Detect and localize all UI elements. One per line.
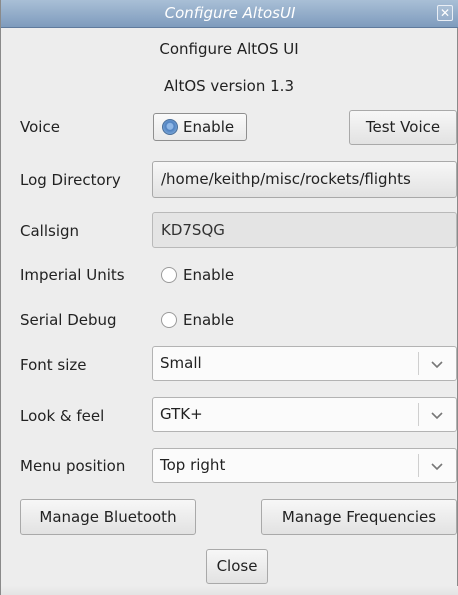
serial-debug-radio[interactable] xyxy=(161,312,177,328)
manage-bluetooth-button[interactable]: Manage Bluetooth xyxy=(20,499,196,535)
look-feel-value: GTK+ xyxy=(160,405,203,423)
window-title: Configure AltosUI xyxy=(164,4,296,22)
font-size-label: Font size xyxy=(20,356,87,374)
serial-debug-enable-label: Enable xyxy=(183,311,235,329)
serial-debug-label: Serial Debug xyxy=(20,311,117,329)
log-directory-label: Log Directory xyxy=(20,171,121,189)
menu-position-label: Menu position xyxy=(20,457,126,475)
close-icon[interactable]: ✕ xyxy=(437,5,453,21)
chevron-down-icon[interactable] xyxy=(429,407,445,423)
callsign-field[interactable]: KD7SQG xyxy=(152,212,457,248)
look-feel-select[interactable]: GTK+ xyxy=(152,397,457,432)
menu-position-select[interactable]: Top right xyxy=(152,448,457,483)
look-feel-label: Look & feel xyxy=(20,407,105,425)
voice-enable-toggle[interactable]: Enable xyxy=(153,113,247,141)
imperial-units-label: Imperial Units xyxy=(20,266,125,284)
close-button[interactable]: Close xyxy=(206,549,268,584)
divider xyxy=(418,352,419,375)
chevron-down-icon[interactable] xyxy=(429,458,445,474)
log-directory-button[interactable]: /home/keithp/misc/rockets/flights xyxy=(152,161,457,198)
dialog-heading: Configure AltOS UI xyxy=(159,40,299,58)
voice-enable-label: Enable xyxy=(183,118,235,136)
menu-position-value: Top right xyxy=(160,456,226,474)
divider xyxy=(418,454,419,477)
version-text: AltOS version 1.3 xyxy=(164,77,294,95)
imperial-units-radio[interactable] xyxy=(161,267,177,283)
voice-enable-radio[interactable] xyxy=(162,119,178,135)
title-bar[interactable]: Configure AltosUI ✕ xyxy=(1,0,458,28)
manage-frequencies-button[interactable]: Manage Frequencies xyxy=(261,499,457,535)
chevron-down-icon[interactable] xyxy=(429,356,445,372)
test-voice-button[interactable]: Test Voice xyxy=(349,110,457,145)
font-size-value: Small xyxy=(160,354,202,372)
divider xyxy=(418,403,419,426)
callsign-label: Callsign xyxy=(20,222,80,240)
configure-altosui-dialog: Configure AltosUI ✕ Configure AltOS UI A… xyxy=(0,0,458,595)
voice-label: Voice xyxy=(20,118,60,136)
imperial-units-enable-label: Enable xyxy=(183,266,235,284)
window-bottom-edge xyxy=(1,586,458,595)
font-size-select[interactable]: Small xyxy=(152,346,457,381)
